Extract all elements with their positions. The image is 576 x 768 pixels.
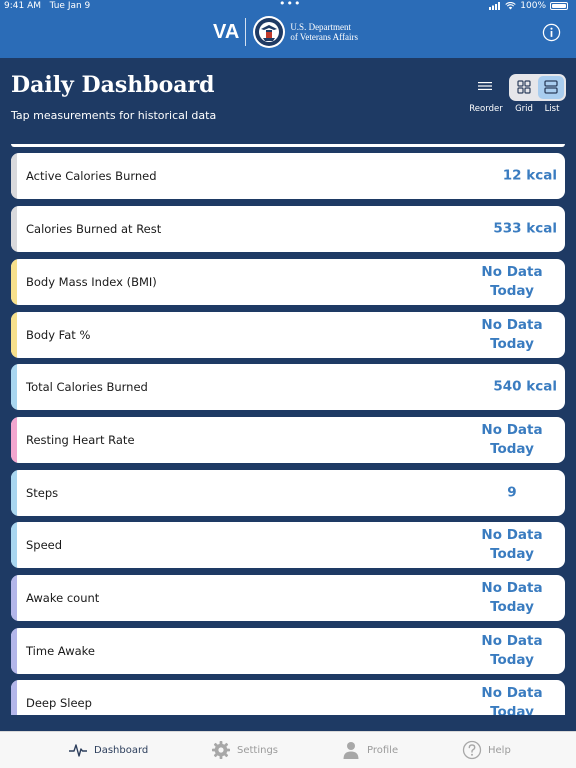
tab-label: Settings (237, 744, 279, 756)
metric-card-resting-heart-rate[interactable]: Resting Heart Rate No Data Today (11, 417, 565, 463)
tab-label: Dashboard (94, 744, 149, 756)
metric-label: Awake count (26, 591, 100, 605)
status-bar: 9:41 AM Tue Jan 9 ••• 100% (0, 0, 576, 13)
metrics-list[interactable]: Active Calories Burned 12 kcal Calories … (0, 144, 576, 715)
tab-label: Help (488, 744, 511, 756)
metric-label: Resting Heart Rate (26, 433, 135, 447)
metric-value: No Data Today (481, 685, 543, 715)
status-right: 100% (489, 1, 568, 11)
metric-card-total-calories[interactable]: Total Calories Burned 540 kcal (11, 364, 565, 410)
metric-value: No Data Today (481, 580, 543, 615)
signal-icon (489, 2, 501, 10)
metric-card-body-fat[interactable]: Body Fat % No Data Today (11, 312, 565, 358)
card-accent (11, 153, 17, 199)
metric-label: Speed (26, 538, 63, 552)
metric-value: No Data Today (481, 527, 543, 562)
battery-icon (550, 2, 568, 10)
va-wordmark: VA (213, 20, 240, 43)
va-seal-icon (253, 16, 286, 48)
card-accent (11, 522, 17, 568)
metric-value: 12 kcal (502, 167, 557, 184)
metric-label: Body Fat % (26, 328, 91, 342)
view-toggle (509, 74, 566, 101)
card-accent (11, 364, 17, 410)
metric-label: Steps (26, 486, 59, 500)
metric-label: Time Awake (26, 644, 95, 658)
tab-bar: Dashboard Settings Profile Help (0, 731, 576, 768)
metric-value: No Data Today (481, 633, 543, 668)
metric-card-calories-rest[interactable]: Calories Burned at Rest 533 kcal (11, 206, 565, 252)
list-label: List (544, 104, 560, 114)
metric-value: No Data Today (481, 317, 543, 352)
tab-profile[interactable]: Profile (341, 740, 398, 760)
metric-value: 540 kcal (493, 378, 557, 395)
metric-label: Total Calories Burned (26, 380, 148, 394)
metric-card-bmi[interactable]: Body Mass Index (BMI) No Data Today (11, 259, 565, 305)
metric-value: No Data Today (481, 422, 543, 457)
card-accent (11, 312, 17, 358)
va-logo: VA U.S. Department of Veterans Affairs (213, 15, 358, 49)
metric-card-awake-count[interactable]: Awake count No Data Today (11, 575, 565, 621)
status-time: 9:41 AM Tue Jan 9 (4, 1, 91, 11)
question-icon (462, 740, 482, 760)
reorder-icon[interactable] (478, 80, 492, 92)
card-accent (11, 417, 17, 463)
list-view-button[interactable] (538, 76, 564, 99)
tab-help[interactable]: Help (462, 740, 511, 760)
metric-card-active-calories[interactable]: Active Calories Burned 12 kcal (11, 153, 565, 199)
wifi-icon (505, 2, 516, 10)
reorder-button-label[interactable]: Reorder (468, 104, 504, 114)
person-icon (343, 742, 359, 759)
tab-label: Profile (367, 744, 399, 756)
card-accent (11, 628, 17, 674)
grid-view-button[interactable] (511, 76, 537, 99)
page-subtitle: Tap measurements for historical data (11, 109, 217, 122)
tab-dashboard[interactable]: Dashboard (68, 740, 148, 760)
dashboard-header (0, 58, 576, 144)
metric-label: Body Mass Index (BMI) (26, 275, 157, 289)
previous-card-edge (11, 144, 565, 147)
battery-percent: 100% (520, 1, 546, 11)
metric-label: Calories Burned at Rest (26, 222, 162, 236)
grid-icon (517, 80, 531, 94)
card-accent (11, 680, 17, 715)
metric-value: No Data Today (481, 264, 543, 299)
page-title: Daily Dashboard (11, 72, 215, 98)
metric-value: 533 kcal (493, 220, 557, 237)
logo-divider (245, 18, 247, 46)
tab-settings[interactable]: Settings (211, 740, 278, 760)
metric-card-time-awake[interactable]: Time Awake No Data Today (11, 628, 565, 674)
card-accent (11, 470, 17, 516)
app-header: 9:41 AM Tue Jan 9 ••• 100% VA U.S. Depar… (0, 0, 576, 58)
info-icon[interactable] (542, 23, 561, 42)
metric-card-deep-sleep[interactable]: Deep Sleep No Data Today (11, 680, 565, 715)
metric-label: Deep Sleep (26, 696, 92, 710)
card-accent (11, 206, 17, 252)
grid-label: Grid (515, 104, 533, 114)
department-name: U.S. Department of Veterans Affairs (290, 22, 358, 42)
pulse-icon (69, 744, 87, 757)
gear-icon (212, 741, 230, 759)
metric-label: Active Calories Burned (26, 169, 157, 183)
list-icon (544, 80, 558, 94)
metric-value: 9 (507, 484, 517, 501)
metric-card-steps[interactable]: Steps 9 (11, 470, 565, 516)
metric-card-speed[interactable]: Speed No Data Today (11, 522, 565, 568)
card-accent (11, 259, 17, 305)
card-accent (11, 575, 17, 621)
multitask-dots[interactable]: ••• (279, 0, 301, 10)
